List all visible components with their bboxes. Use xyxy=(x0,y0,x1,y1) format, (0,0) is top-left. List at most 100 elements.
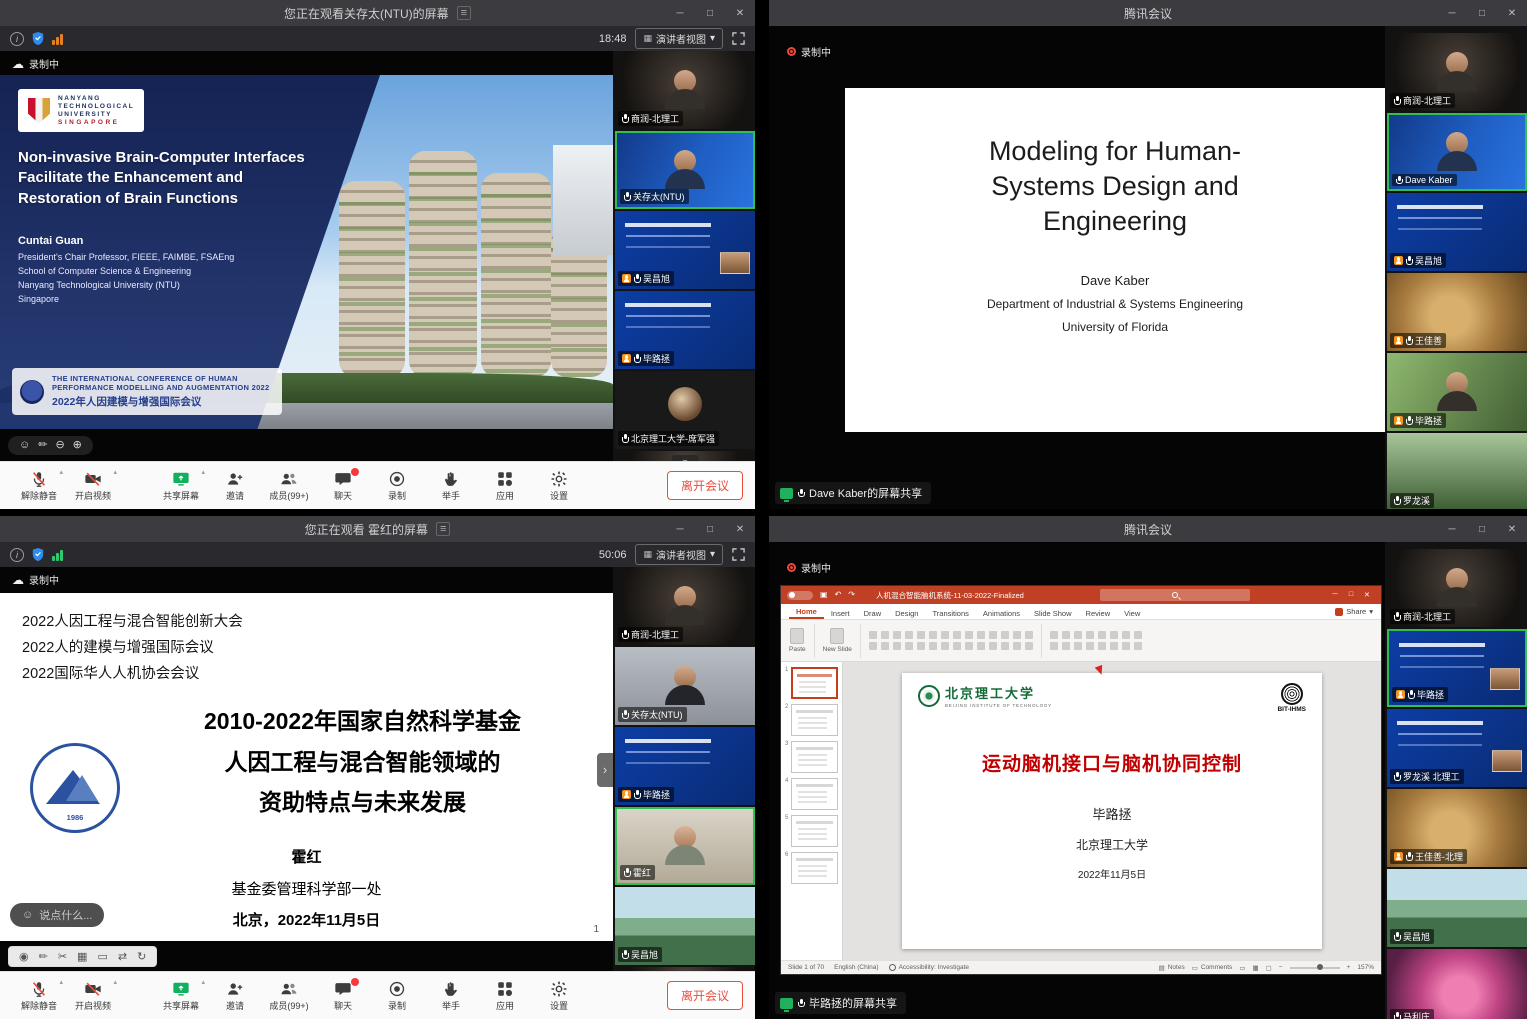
slide-thumbnail[interactable]: 5 xyxy=(785,815,838,847)
zoom-out-button[interactable]: − xyxy=(1279,964,1283,971)
zoom-in-button[interactable]: + xyxy=(1347,964,1351,971)
fullscreen-icon[interactable] xyxy=(732,548,745,561)
tab-insert[interactable]: Insert xyxy=(824,607,857,619)
participant-tile[interactable]: 罗龙溪 北理工 xyxy=(1387,709,1527,787)
normal-view-icon[interactable]: ▭ xyxy=(1239,964,1245,972)
redo-icon[interactable]: ↷ xyxy=(848,591,855,599)
start-video-button[interactable]: 开启视频▴ xyxy=(66,462,120,509)
redo-icon[interactable]: ↻ xyxy=(137,950,146,963)
window-titlebar[interactable]: 您正在观看关存太(NTU)的屏幕 ≡ ─ □ ✕ xyxy=(0,0,755,26)
participant-tile[interactable]: 关存太(NTU) xyxy=(615,131,755,209)
share-screen-button[interactable]: 共享屏幕▴ xyxy=(154,972,208,1019)
comments-button[interactable]: ▭Comments xyxy=(1192,964,1233,972)
info-icon[interactable]: i xyxy=(10,548,24,562)
participant-list-collapse[interactable]: ▾ xyxy=(615,451,755,461)
chevron-up-icon[interactable]: ▴ xyxy=(59,978,63,986)
menu-icon[interactable]: ≡ xyxy=(436,522,450,536)
minimize-button[interactable]: ─ xyxy=(665,516,695,542)
security-shield-icon[interactable] xyxy=(31,31,45,46)
maximize-button[interactable]: □ xyxy=(1467,516,1497,542)
network-signal-icon[interactable] xyxy=(52,549,63,561)
participant-tile[interactable]: 毕路拯 xyxy=(1387,353,1527,431)
leave-meeting-button[interactable]: 离开会议 xyxy=(667,981,743,1010)
tab-transitions[interactable]: Transitions xyxy=(925,607,975,619)
apps-button[interactable]: 应用 xyxy=(478,972,532,1019)
view-mode-dropdown[interactable]: ▦ 演讲者视图 ▾ xyxy=(635,28,723,49)
members-button[interactable]: 成员(99+) xyxy=(262,972,316,1019)
ppt-titlebar[interactable]: ▣ ↶ ↷ 人机混合智能脑机系统-11-03-2022-Finalized ─ … xyxy=(781,586,1381,604)
paste-button[interactable]: Paste xyxy=(789,628,806,653)
chevron-up-icon[interactable]: ▴ xyxy=(113,978,117,986)
tab-design[interactable]: Design xyxy=(888,607,925,619)
laser-icon[interactable]: ◉ xyxy=(19,950,29,963)
chevron-up-icon[interactable]: ▴ xyxy=(59,468,63,476)
tab-draw[interactable]: Draw xyxy=(857,607,889,619)
menu-icon[interactable]: ≡ xyxy=(457,6,471,20)
apps-button[interactable]: 应用 xyxy=(478,462,532,509)
settings-button[interactable]: 设置 xyxy=(532,972,586,1019)
participant-tile[interactable]: 罗龙溪 xyxy=(1387,433,1527,509)
info-icon[interactable]: i xyxy=(10,32,24,46)
participant-tile[interactable]: 商润-北理工 xyxy=(1387,33,1527,111)
slide-thumbnail[interactable]: 6 xyxy=(785,852,838,884)
slide-thumbnail[interactable]: 4 xyxy=(785,778,838,810)
pencil-icon[interactable]: ✏ xyxy=(38,440,47,451)
minimize-button[interactable]: ─ xyxy=(1437,516,1467,542)
share-screen-button[interactable]: 共享屏幕▴ xyxy=(154,462,208,509)
participant-tile[interactable]: 王佳善 xyxy=(1387,273,1527,351)
save-icon[interactable]: ▣ xyxy=(820,591,828,599)
ppt-share-button[interactable]: Share▾ xyxy=(1335,607,1373,619)
leave-meeting-button[interactable]: 离开会议 xyxy=(667,471,743,500)
screen-share-indicator[interactable]: Dave Kaber的屏幕共享 xyxy=(775,482,931,504)
participant-tile[interactable]: 商润-北理工 xyxy=(1387,549,1527,627)
close-button[interactable]: ✕ xyxy=(1497,516,1527,542)
raise-hand-button[interactable]: 举手 xyxy=(424,972,478,1019)
close-button[interactable]: ✕ xyxy=(725,516,755,542)
unmute-button[interactable]: 解除静音▴ xyxy=(12,462,66,509)
participant-tile[interactable]: 马利庄 xyxy=(1387,949,1527,1019)
participant-tile[interactable]: Dave Kaber xyxy=(1387,113,1527,191)
participant-tile[interactable]: 北京理工大学-席军强 xyxy=(615,371,755,449)
maximize-button[interactable]: □ xyxy=(695,0,725,26)
unmute-button[interactable]: 解除静音▴ xyxy=(12,972,66,1019)
invite-button[interactable]: 邀请 xyxy=(208,972,262,1019)
participant-tile[interactable]: 商润-北理工 xyxy=(615,51,755,129)
accessibility-status[interactable]: Accessibility: Investigate xyxy=(899,964,969,971)
chevron-up-icon[interactable]: ▴ xyxy=(201,978,205,986)
maximize-button[interactable]: □ xyxy=(1467,0,1497,26)
participant-tile[interactable]: 毕路拯 xyxy=(615,291,755,369)
zoom-in-icon[interactable]: ⊕ xyxy=(73,440,82,451)
participant-tile[interactable]: 王佳善-北理 xyxy=(1387,789,1527,867)
zoom-level[interactable]: 157% xyxy=(1357,964,1374,971)
new-slide-button[interactable]: New Slide xyxy=(823,628,852,653)
participant-tile[interactable]: 毕路拯 xyxy=(615,727,755,805)
search-box[interactable] xyxy=(1100,589,1250,601)
minimize-button[interactable]: ─ xyxy=(1437,0,1467,26)
emoji-icon[interactable]: ☺ xyxy=(19,440,30,451)
tab-slideshow[interactable]: Slide Show xyxy=(1027,607,1079,619)
tab-home[interactable]: Home xyxy=(789,605,824,619)
participant-tile[interactable]: 关存太(NTU) xyxy=(615,647,755,725)
autosave-toggle[interactable] xyxy=(787,591,813,600)
window-titlebar[interactable]: 您正在观看 霍红的屏幕 ≡ ─ □ ✕ xyxy=(0,516,755,542)
tab-review[interactable]: Review xyxy=(1079,607,1118,619)
participant-tile[interactable]: 毕路拯 xyxy=(1387,629,1527,707)
grid-icon[interactable]: ▦ xyxy=(77,950,87,963)
participant-tile[interactable]: 霍红 xyxy=(615,807,755,885)
slide-thumbnail[interactable]: 1 xyxy=(785,667,838,699)
participant-list-collapse[interactable]: ▾ xyxy=(615,967,755,971)
next-page-arrow[interactable]: › xyxy=(597,753,613,787)
close-button[interactable]: ✕ xyxy=(1497,0,1527,26)
slide-thumbnail[interactable]: 2 xyxy=(785,704,838,736)
close-button[interactable]: ✕ xyxy=(725,0,755,26)
network-signal-icon[interactable] xyxy=(52,33,63,45)
start-video-button[interactable]: 开启视频▴ xyxy=(66,972,120,1019)
slide-sorter-icon[interactable]: ▦ xyxy=(1252,964,1258,972)
chevron-up-icon[interactable]: ▴ xyxy=(113,468,117,476)
chat-quick-input[interactable]: ☺ 说点什么... xyxy=(10,903,104,927)
slideshow-view-icon[interactable]: ▢ xyxy=(1266,964,1272,972)
cut-icon[interactable]: ✂ xyxy=(58,950,67,963)
zoom-slider[interactable] xyxy=(1290,967,1340,969)
swap-icon[interactable]: ⇄ xyxy=(118,950,127,963)
participant-tile[interactable]: 吴昌旭 xyxy=(1387,193,1527,271)
